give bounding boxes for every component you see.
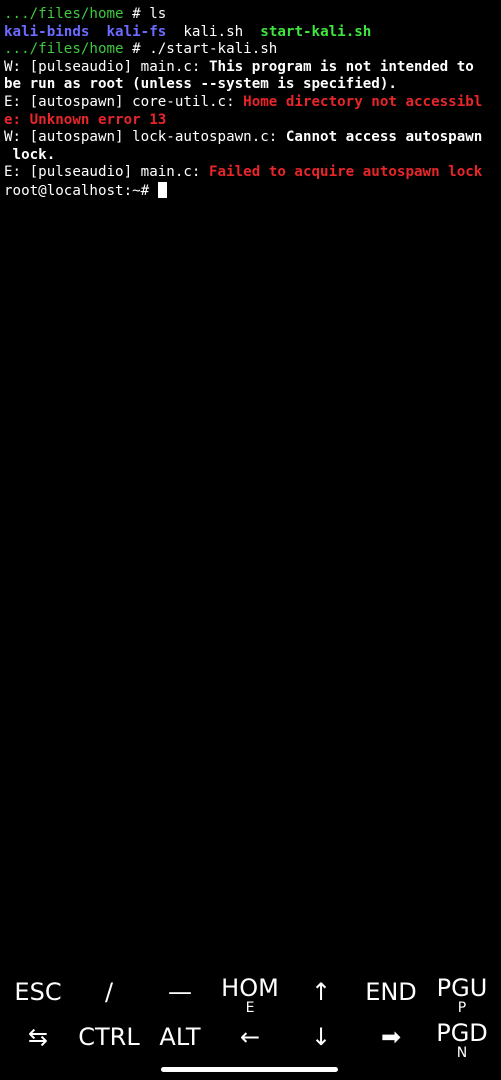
terminal-line: be run as root (unless --system is speci… (4, 76, 498, 94)
terminal-line: W: [autospawn] lock-autospawn.c: Cannot … (4, 129, 498, 147)
alt-key-label: ALT (159, 1023, 201, 1051)
page-down-key[interactable]: PGD N (427, 1014, 498, 1060)
terminal-line: e: Unknown error 13 (4, 112, 498, 130)
terminal-line: W: [pulseaudio] main.c: This program is … (4, 59, 498, 77)
terminal-text: # ls (123, 6, 167, 22)
terminal-output[interactable]: .../files/home # ls kali-binds kali-fs ka… (4, 6, 498, 200)
arrow-up-key[interactable]: ↑ (286, 969, 357, 1015)
terminal-text: E: [pulseaudio] main.c: (4, 164, 209, 181)
terminal-text: W: [pulseaudio] main.c: (4, 58, 209, 75)
terminal-text: be run as root (unless --system is speci… (4, 76, 397, 93)
terminal-line: kali-binds kali-fs kali.sh start-kali.sh (4, 24, 498, 42)
terminal-text: e: Unknown error 13 (4, 111, 167, 128)
terminal-line: E: [pulseaudio] main.c: Failed to acquir… (4, 164, 498, 182)
terminal-text: kali-binds (4, 23, 90, 40)
page-down-key-overflow-label: N (456, 1045, 468, 1061)
tab-key-label: ⇆ (27, 1023, 49, 1051)
esc-key[interactable]: ESC (3, 969, 74, 1015)
terminal-text: Cannot access autospawn (285, 129, 483, 146)
end-key-label: END (365, 978, 417, 1006)
terminal-line: root@localhost:~# (4, 181, 498, 200)
page-up-key-label: PGU (436, 974, 488, 1002)
ctrl-key[interactable]: CTRL (74, 1014, 145, 1060)
terminal-text: Failed to acquire autospawn lock (209, 164, 483, 181)
arrow-down-key-label: ↓ (310, 1023, 332, 1051)
terminal-text: kali-fs (106, 23, 167, 40)
terminal-text: W: [autospawn] lock-autospawn.c: (4, 129, 286, 146)
arrow-right-key[interactable]: ➡ (356, 1014, 427, 1060)
terminal-text: root@localhost:~# (4, 182, 158, 199)
terminal-text: .../files/home (4, 6, 124, 22)
page-down-key-label: PGD (436, 1019, 488, 1047)
terminal-text: Home directory not accessibl (243, 93, 483, 110)
esc-key-label: ESC (14, 978, 62, 1006)
text-cursor (157, 181, 167, 198)
home-indicator[interactable] (161, 1067, 338, 1072)
dash-key-label: — (168, 978, 192, 1006)
terminal-text: .../files/home (4, 41, 124, 58)
terminal-text: start-kali.sh (260, 23, 372, 40)
terminal-text: E: [autospawn] core-util.c: (4, 93, 244, 110)
arrow-left-key-label: ← (239, 1023, 261, 1051)
terminal-line: lock. (4, 147, 498, 165)
home-key[interactable]: HOM E (215, 969, 286, 1015)
arrow-down-key[interactable]: ↓ (286, 1014, 357, 1060)
page-up-key[interactable]: PGU P (427, 969, 498, 1015)
extra-keys-bar: ESC / — HOM E ↑ END PGU P ⇆ CTRL ALT ← ↓ ➡ PGD N (0, 966, 501, 1062)
slash-key-label: / (104, 978, 114, 1006)
home-key-overflow-label: E (245, 1000, 255, 1016)
page-up-key-overflow-label: P (457, 1000, 467, 1016)
home-key-label: HOM (221, 974, 279, 1002)
terminal-line: .../files/home # ./start-kali.sh (4, 41, 498, 59)
terminal-line: .../files/home # ls (4, 6, 498, 24)
dash-key[interactable]: — (145, 969, 216, 1015)
terminal-line: E: [autospawn] core-util.c: Home directo… (4, 94, 498, 112)
terminal-text: # ./start-kali.sh (123, 41, 278, 58)
end-key[interactable]: END (356, 969, 427, 1015)
tab-key[interactable]: ⇆ (3, 1014, 74, 1060)
terminal-text: This program is not intended to (209, 58, 474, 75)
arrow-left-key[interactable]: ← (215, 1014, 286, 1060)
arrow-right-key-label: ➡ (380, 1023, 402, 1051)
terminal-text: kali.sh (166, 23, 261, 40)
alt-key[interactable]: ALT (145, 1014, 216, 1060)
arrow-up-key-label: ↑ (310, 978, 332, 1006)
terminal-text: lock. (4, 146, 56, 163)
slash-key[interactable]: / (74, 969, 145, 1015)
ctrl-key-label: CTRL (78, 1023, 140, 1051)
